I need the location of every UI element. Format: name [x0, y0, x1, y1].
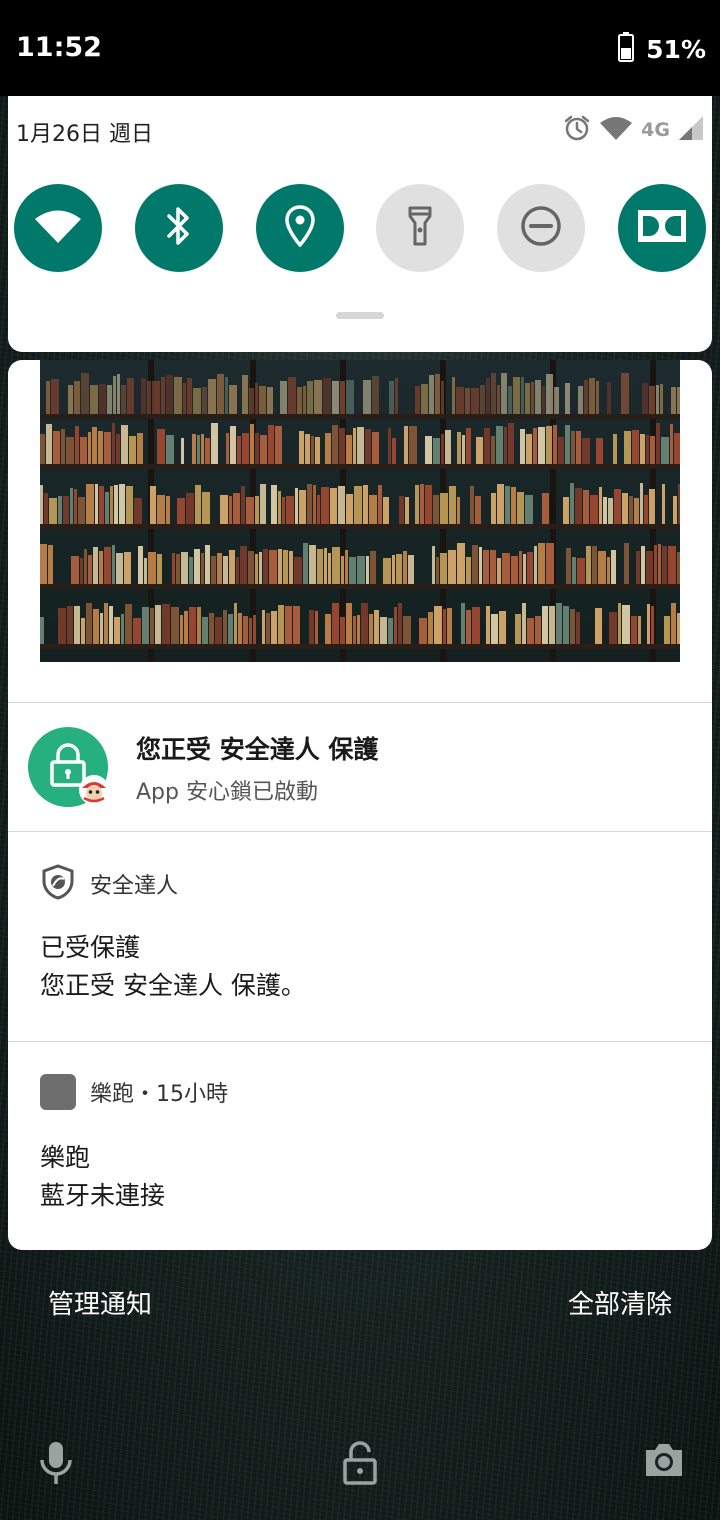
app-lock-title[interactable]: 您正受 安全達人 保護 [136, 730, 378, 766]
qs-date[interactable]: 1月26日 週日 [16, 116, 153, 148]
security-title[interactable]: 已受保護 [40, 928, 140, 964]
wifi-icon [34, 208, 82, 248]
mascot-badge-icon [78, 774, 110, 806]
security-body[interactable]: 您正受 安全達人 保護。 [40, 966, 306, 1002]
manage-notifications-button[interactable]: 管理通知 [48, 1284, 152, 1321]
status-bar: 11:52 51% [0, 0, 720, 96]
location-icon [284, 205, 315, 251]
tile-do-not-disturb[interactable] [497, 184, 586, 272]
unlock-icon[interactable] [342, 1440, 378, 1490]
battery-percent: 51% [646, 34, 706, 64]
dnd-icon [520, 205, 562, 251]
security-app-name: 安全達人 [90, 874, 179, 899]
clear-all-button[interactable]: 全部清除 [568, 1284, 672, 1321]
tile-wifi[interactable] [14, 184, 102, 272]
running-header-text: 樂跑・15小時 [90, 1082, 228, 1107]
wifi-signal-icon [599, 115, 633, 145]
quick-settings-panel: 1月26日 週日 4G [8, 96, 712, 352]
qs-tiles [14, 184, 706, 272]
qs-drag-handle[interactable] [336, 312, 384, 319]
tile-dolby[interactable] [617, 184, 706, 272]
alarm-icon [563, 114, 591, 146]
running-app-icon [40, 1074, 76, 1110]
qs-status-icons: 4G [563, 114, 704, 146]
flashlight-icon [407, 205, 433, 251]
mobile-signal-icon [678, 115, 704, 145]
network-type: 4G [641, 119, 670, 141]
running-title[interactable]: 樂跑 [40, 1138, 90, 1174]
status-time: 11:52 [16, 32, 102, 63]
status-right: 51% [618, 32, 706, 66]
camera-icon[interactable] [642, 1440, 686, 1484]
library-image [40, 360, 680, 662]
bluetooth-icon [164, 205, 194, 251]
tile-bluetooth[interactable] [134, 184, 223, 272]
shield-icon [40, 864, 76, 904]
security-notification-header[interactable]: 安全達人 [40, 864, 178, 904]
running-body[interactable]: 藍牙未連接 [40, 1176, 165, 1212]
dolby-icon [637, 209, 687, 247]
divider [8, 1041, 712, 1042]
notification-stack: 您正受 安全達人 保護 App 安心鎖已啟動 安全達人 已受保護 您正受 安全達… [8, 360, 712, 1250]
tile-flashlight[interactable] [376, 184, 465, 272]
app-lock-subtitle[interactable]: App 安心鎖已啟動 [136, 774, 318, 806]
microphone-icon[interactable] [38, 1440, 74, 1490]
divider [8, 702, 712, 703]
divider [8, 831, 712, 832]
battery-icon [618, 32, 635, 66]
running-notification-header[interactable]: 樂跑・15小時 [40, 1074, 228, 1110]
tile-location[interactable] [255, 184, 344, 272]
